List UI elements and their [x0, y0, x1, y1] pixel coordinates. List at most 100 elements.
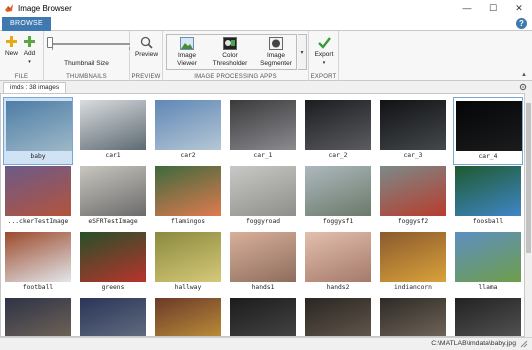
thumbnail-image: [155, 298, 221, 336]
thumbnail-image: [80, 166, 146, 216]
thumbnail-item[interactable]: car_1: [228, 97, 298, 165]
thumbnail-item[interactable]: eSFRTestImage: [78, 163, 148, 231]
thumbnail-image: [5, 166, 71, 216]
thumbnail-image: [230, 166, 296, 216]
thumbnail-image: [456, 101, 522, 151]
thumbnail-image: [455, 166, 521, 216]
thumbnail-image: [305, 166, 371, 216]
thumbnail-caption: car_3: [403, 152, 423, 159]
thumbnail-caption: foggysf2: [397, 218, 429, 225]
thumbnail-image: [80, 232, 146, 282]
section-file: New Add ▾ FILE: [0, 31, 44, 81]
collapse-toolstrip-icon[interactable]: ▲: [521, 72, 527, 78]
thumbnail-image: [155, 232, 221, 282]
thumbnail-caption: foggyroad: [245, 218, 281, 225]
thumbnail-item[interactable]: [78, 295, 148, 336]
section-preview: Preview PREVIEW: [130, 31, 163, 81]
section-thumbnails: Thumbnail Size THUMBNAILS: [44, 31, 130, 81]
close-button[interactable]: ✕: [506, 0, 532, 16]
thumbnail-image: [230, 232, 296, 282]
thumbnail-item[interactable]: baby: [3, 97, 73, 165]
scrollbar-thumb[interactable]: [526, 103, 531, 253]
gallery-expand-icon[interactable]: ▾: [298, 34, 307, 70]
thumbnail-item[interactable]: car_4: [453, 97, 523, 165]
thumbnail-item[interactable]: greens: [78, 229, 148, 297]
new-button[interactable]: New: [3, 35, 20, 58]
thumbnail-item[interactable]: hallway: [153, 229, 223, 297]
thumbnail-image: [230, 298, 296, 336]
thumbnail-image: [305, 298, 371, 336]
minimize-button[interactable]: —: [454, 0, 480, 16]
thumbnail-item[interactable]: [228, 295, 298, 336]
matlab-icon: [5, 4, 13, 12]
chevron-down-icon: ▾: [28, 59, 31, 65]
thumbnail-image: [380, 100, 446, 150]
thumbnail-item[interactable]: flamingos: [153, 163, 223, 231]
document-tab-bar: imds : 38 images: [0, 81, 532, 93]
thumbnail-image: [380, 232, 446, 282]
export-button[interactable]: Export ▾: [311, 36, 337, 67]
vertical-scrollbar[interactable]: [525, 93, 532, 337]
add-label: Add: [23, 50, 36, 57]
window-title: Image Browser: [18, 3, 72, 13]
tab-browse[interactable]: BROWSE: [2, 17, 51, 31]
help-icon[interactable]: ?: [516, 18, 527, 29]
thumbnail-item[interactable]: [453, 295, 523, 336]
thumbnail-item[interactable]: car2: [153, 97, 223, 165]
thumbnail-size-label: Thumbnail Size: [64, 60, 109, 67]
thumbnail-caption: ...ckerTestImage: [7, 218, 69, 225]
thumbnail-item[interactable]: football: [3, 229, 73, 297]
thumbnail-item[interactable]: foggyroad: [228, 163, 298, 231]
thumbnail-item[interactable]: indiancorn: [378, 229, 448, 297]
thumbnail-item[interactable]: foggysf1: [303, 163, 373, 231]
status-file-path: C:\MATLAB\imdata\baby.jpg: [431, 340, 516, 347]
thumbnail-item[interactable]: [303, 295, 373, 336]
thumbnail-image: [80, 100, 146, 150]
slider-ticks: [52, 47, 130, 50]
title-bar: Image Browser — ☐ ✕: [0, 0, 532, 16]
thumbnail-size-slider-track: [52, 43, 130, 45]
thumbnail-image: [455, 232, 521, 282]
thumbnail-image: [230, 100, 296, 150]
thumbnail-image: [380, 166, 446, 216]
thumbnail-caption: baby: [30, 153, 46, 160]
thumbnail-caption: football: [22, 284, 54, 291]
thumbnail-item[interactable]: car_2: [303, 97, 373, 165]
thumbnail-image: [5, 232, 71, 282]
preview-button[interactable]: Preview: [132, 36, 161, 59]
status-bar: C:\MATLAB\imdata\baby.jpg: [0, 337, 532, 350]
thumbnail-image: [380, 298, 446, 336]
thumbnail-caption: hallway: [174, 284, 202, 291]
thumbnail-size-slider[interactable]: [47, 37, 53, 48]
thumbnail-item[interactable]: car1: [78, 97, 148, 165]
tab-imds[interactable]: imds : 38 images: [3, 82, 67, 93]
thumbnail-item[interactable]: llama: [453, 229, 523, 297]
thumbnail-item[interactable]: [153, 295, 223, 336]
apps-gallery: [166, 34, 297, 70]
thumbnail-item[interactable]: car_3: [378, 97, 448, 165]
toolstrip: New Add ▾ FILE Thumbnail Size THUMBNAILS: [0, 31, 532, 81]
add-button[interactable]: Add ▾: [21, 35, 38, 66]
thumbnail-grid: baby car1 car2 car_1 car_2 car_3 car_4 ...ckerT…: [0, 93, 525, 337]
checkmark-icon: [317, 37, 331, 49]
thumbnail-item[interactable]: [378, 295, 448, 336]
thumbnail-caption: car_1: [253, 152, 273, 159]
section-label-file: FILE: [14, 74, 29, 80]
thumbnail-item[interactable]: [3, 295, 73, 336]
thumbnail-caption: car_2: [328, 152, 348, 159]
gear-icon[interactable]: [519, 83, 527, 91]
maximize-button[interactable]: ☐: [480, 0, 506, 16]
thumbnail-item[interactable]: foosball: [453, 163, 523, 231]
thumbnail-image: [305, 100, 371, 150]
thumbnail-caption: car_4: [478, 153, 498, 160]
thumbnail-item[interactable]: foggysf2: [378, 163, 448, 231]
add-icon: [24, 36, 35, 47]
preview-label: Preview: [134, 51, 159, 58]
new-label: New: [4, 50, 18, 57]
thumbnail-caption: flamingos: [170, 218, 206, 225]
thumbnail-item[interactable]: ...ckerTestImage: [3, 163, 73, 231]
thumbnail-item[interactable]: hands1: [228, 229, 298, 297]
thumbnail-caption: indiancorn: [394, 284, 432, 291]
thumbnail-caption: hands1: [251, 284, 275, 291]
thumbnail-item[interactable]: hands2: [303, 229, 373, 297]
